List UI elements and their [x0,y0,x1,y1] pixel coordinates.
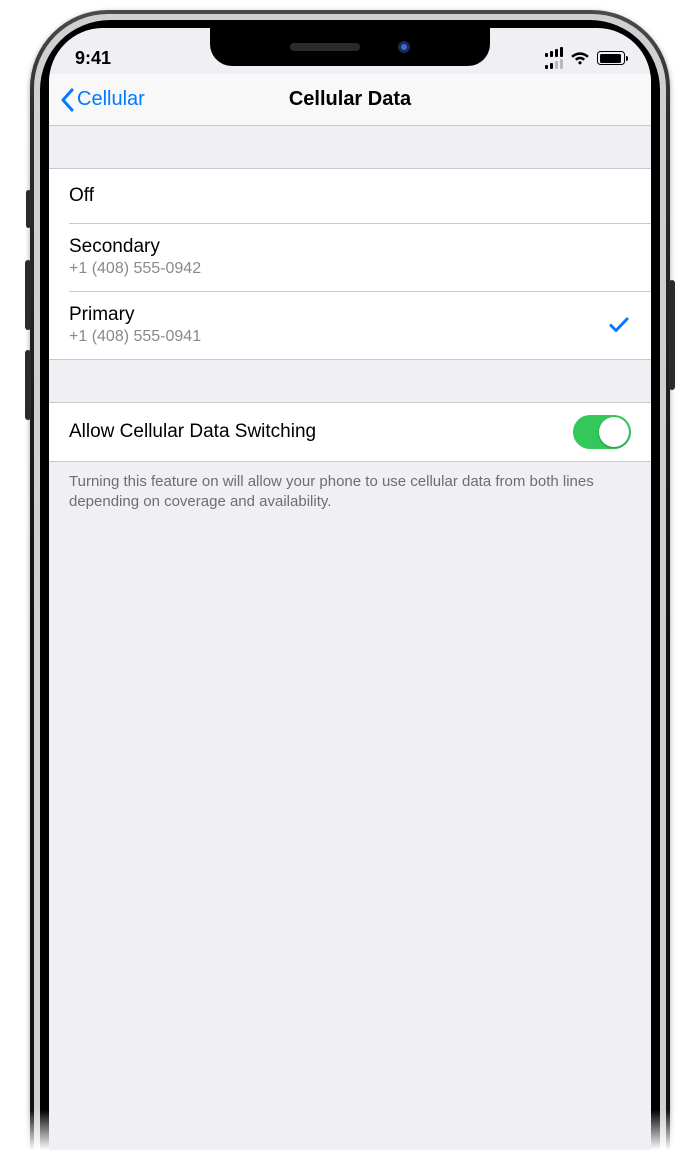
switching-label: Allow Cellular Data Switching [69,421,316,443]
option-primary[interactable]: Primary +1 (408) 555-0941 [49,291,651,359]
earpiece-speaker [290,43,360,51]
screen: 9:41 [49,28,651,1150]
dual-signal-icon [545,47,563,69]
notch [210,28,490,66]
battery-icon [597,51,625,65]
section-spacer [49,360,651,402]
wifi-icon [570,51,590,65]
front-camera [398,41,410,53]
switching-footer: Turning this feature on will allow your … [49,462,651,523]
chevron-left-icon [59,88,75,112]
status-time: 9:41 [75,48,111,68]
side-button [669,280,675,390]
volume-down-button [25,350,31,420]
option-label: Primary [69,304,201,326]
option-number: +1 (408) 555-0942 [69,260,201,278]
back-button[interactable]: Cellular [59,88,145,112]
option-label: Secondary [69,236,201,258]
switching-toggle[interactable] [573,415,631,449]
checkmark-icon [607,313,631,337]
data-line-group: Off Secondary +1 (408) 555-0942 Primary … [49,168,651,360]
nav-bar: Cellular Cellular Data [49,74,651,126]
allow-switching-row[interactable]: Allow Cellular Data Switching [49,403,651,461]
option-label: Off [69,185,94,207]
option-secondary[interactable]: Secondary +1 (408) 555-0942 [49,223,651,291]
back-label: Cellular [77,88,145,111]
option-number: +1 (408) 555-0941 [69,328,201,346]
section-spacer [49,126,651,168]
volume-up-button [25,260,31,330]
switching-group: Allow Cellular Data Switching [49,402,651,462]
option-off[interactable]: Off [49,169,651,223]
mute-switch [26,190,31,228]
